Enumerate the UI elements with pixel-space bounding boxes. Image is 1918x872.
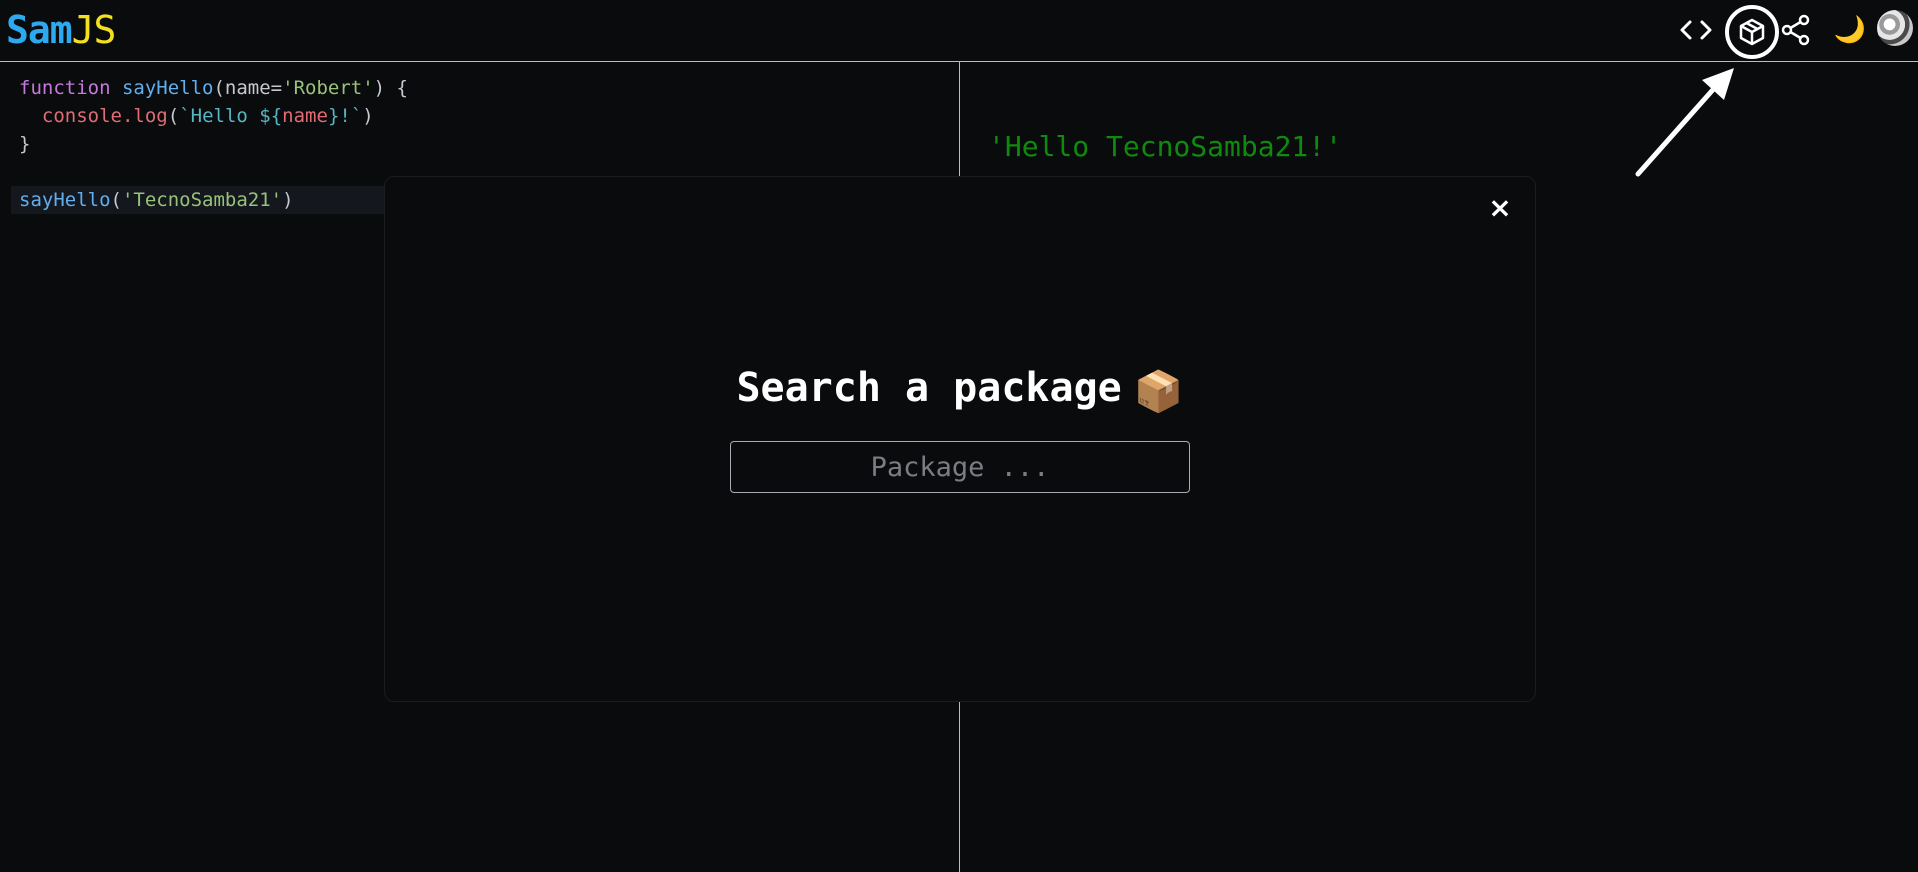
share-icon <box>1781 14 1810 46</box>
code-token: . <box>121 105 134 127</box>
code-token: ( <box>167 105 180 127</box>
code-token: ) <box>362 105 374 127</box>
profile-avatar-button[interactable] <box>1875 8 1915 48</box>
code-token: sayHello <box>19 189 111 211</box>
code-token: ( <box>110 189 122 211</box>
app-root: SamJS 🌙 function sayHello(name='Robert')… <box>0 0 1918 872</box>
theme-toggle-button[interactable]: 🌙 <box>1828 8 1872 52</box>
code-token: (name= <box>213 77 283 99</box>
code-token: `Hello <box>179 105 260 127</box>
code-line-active: sayHello('TecnoSamba21') <box>11 186 391 214</box>
annotation-arrow-icon <box>1635 68 1734 177</box>
console-output: 'Hello TecnoSamba21!' <box>988 130 1343 163</box>
package-box-icon <box>1739 18 1765 46</box>
share-button[interactable] <box>1774 8 1818 52</box>
package-search-button[interactable] <box>1725 5 1779 59</box>
close-icon[interactable]: × <box>1487 194 1513 222</box>
logo-sam-text: Sam <box>6 8 73 52</box>
code-token: function <box>19 77 111 99</box>
code-token: 'Robert' <box>282 77 374 99</box>
code-brackets-icon <box>1680 20 1712 40</box>
code-token: name <box>282 105 328 127</box>
modal-title-text: Search a package <box>736 365 1122 411</box>
code-token: }!` <box>327 105 363 127</box>
package-emoji-icon: 📦 <box>1133 369 1184 415</box>
code-token: ) <box>282 189 294 211</box>
package-search-input[interactable] <box>730 441 1190 493</box>
code-view-button[interactable] <box>1674 8 1718 52</box>
package-search-modal: × Search a package 📦 <box>384 176 1536 702</box>
code-token: console <box>41 105 122 127</box>
avatar-icon <box>1877 10 1913 46</box>
code-line: } <box>19 130 30 158</box>
code-line: console.log(`Hello ${name}!`) <box>19 102 374 130</box>
code-token: log <box>133 105 168 127</box>
logo-js-text: JS <box>71 8 117 52</box>
code-token: sayHello <box>121 77 214 99</box>
code-token: ${ <box>259 105 283 127</box>
code-token: ) { <box>373 77 408 99</box>
top-bar: SamJS 🌙 <box>0 0 1918 62</box>
code-token: } <box>19 133 31 155</box>
modal-title: Search a package 📦 <box>385 365 1535 415</box>
code-token: 'TecnoSamba21' <box>121 189 283 211</box>
code-line: function sayHello(name='Robert') { <box>19 74 408 102</box>
app-logo: SamJS <box>6 6 117 54</box>
crescent-moon-icon: 🌙 <box>1833 15 1867 45</box>
